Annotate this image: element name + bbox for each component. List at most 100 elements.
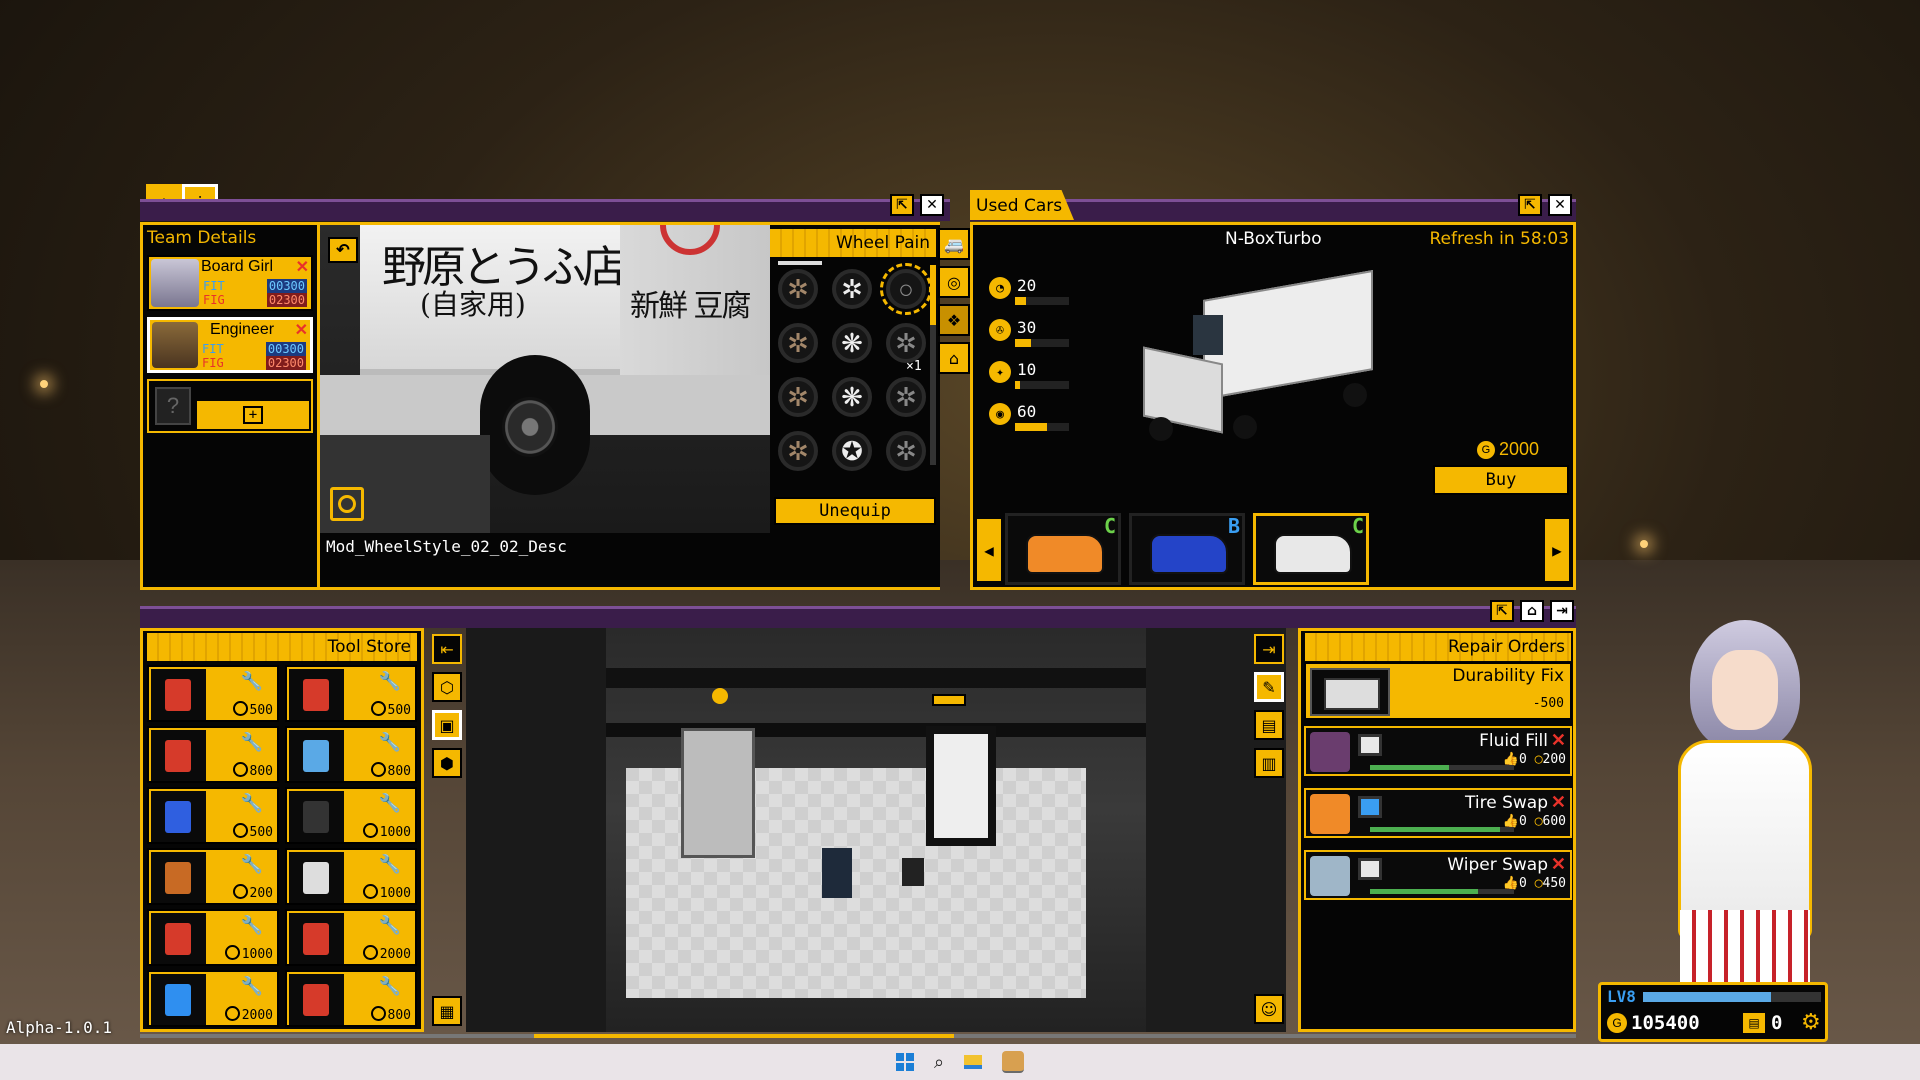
tool-item[interactable]: 🔧 1000 <box>285 848 417 905</box>
car-listing-thumb[interactable]: B <box>1129 513 1245 585</box>
wheel-option-icon[interactable]: ✲ <box>778 269 818 309</box>
tool-item[interactable]: 🔧 1000 <box>285 787 417 844</box>
tool-item[interactable]: 🔧 2000 <box>285 909 417 966</box>
team-tab-icon[interactable]: ☺ <box>1254 994 1284 1024</box>
tool-item[interactable]: 🔧 800 <box>285 970 417 1027</box>
cancel-order-icon[interactable]: ✕ <box>1551 792 1566 813</box>
garage-view[interactable] <box>466 628 1286 1032</box>
tool-item[interactable]: 🔧 800 <box>285 726 417 783</box>
maximize-icon[interactable]: ⇱ <box>1518 194 1542 216</box>
collapse-left-icon[interactable]: ⇤ <box>432 634 462 664</box>
team-member-engineer[interactable]: Engineer ✕ FIT 00300 FIG 02300 <box>147 317 313 373</box>
wheel-option-icon[interactable]: ✲ <box>886 431 926 471</box>
stat-bar <box>1015 297 1069 305</box>
buy-button[interactable]: Buy <box>1433 465 1569 495</box>
unequip-button[interactable]: Unequip <box>774 497 936 525</box>
close-icon[interactable]: ✕ <box>920 194 944 216</box>
tool-item[interactable]: 🔧 1000 <box>147 909 279 966</box>
game-app-icon[interactable] <box>1002 1051 1025 1073</box>
wheel-option-icon[interactable]: ✲ <box>778 323 818 363</box>
empty-team-slot[interactable]: ? + <box>147 379 313 433</box>
wheel-option-icon[interactable]: ❋ <box>832 377 872 417</box>
home-icon[interactable]: ⌂ <box>1520 600 1544 622</box>
durability-fix-order[interactable]: Durability Fix -500 <box>1304 662 1572 720</box>
search-icon[interactable]: ⌕ <box>934 1052 944 1073</box>
stat-value: 60 <box>1017 401 1037 421</box>
exit-icon[interactable]: ⇥ <box>1550 600 1574 622</box>
steering-wheel-icon: ✇ <box>989 319 1011 341</box>
tool-item[interactable]: 🔧 800 <box>147 726 279 783</box>
wheel-scrollbar[interactable] <box>930 265 936 465</box>
used-cars-tab[interactable]: Used Cars <box>970 190 1074 220</box>
board-girl-character <box>1620 610 1860 1010</box>
back-arrow-icon[interactable]: ↶ <box>328 237 358 263</box>
remove-member-icon[interactable]: ✕ <box>295 320 308 340</box>
wheel-option-icon[interactable]: ✲ <box>886 377 926 417</box>
wrench-icon: 🔧 <box>240 976 263 996</box>
car-tab-icon[interactable]: 🚐 <box>938 228 970 260</box>
wheel-option-icon[interactable]: ✪ <box>832 431 872 471</box>
file-explorer-icon[interactable] <box>964 1055 983 1069</box>
board-girl-avatar <box>151 259 199 307</box>
character-face <box>1712 650 1778 730</box>
paint-tab-icon[interactable]: ❖ <box>938 304 970 336</box>
next-car-arrow[interactable]: ▶ <box>1545 519 1569 581</box>
parked-car[interactable] <box>926 726 996 846</box>
wheel-option-icon[interactable]: ✲ <box>886 323 926 363</box>
team-member-board-girl[interactable]: Board Girl ✕ FIT 00300 FIG 02300 <box>147 255 313 311</box>
build-tab-icon[interactable]: ▦ <box>432 996 462 1026</box>
focus-target-icon[interactable] <box>330 487 364 521</box>
garage-scrollbar[interactable] <box>140 1034 1576 1038</box>
collapse-right-icon[interactable]: ⇥ <box>1254 634 1284 664</box>
wheel-paint-header: Wheel Pain <box>770 229 936 257</box>
preview-viewport: 野原とうふ店 (自家用) 新鮮 豆腐 ↶ <box>320 225 772 533</box>
car-listing-thumb[interactable]: C <box>1005 513 1121 585</box>
maximize-icon[interactable]: ⇱ <box>890 194 914 216</box>
repair-order[interactable]: Tire Swap ✕ 👍0 ◯600 <box>1304 788 1572 838</box>
car-listing-thumb[interactable]: C <box>1253 513 1369 585</box>
coin-pickup-icon[interactable] <box>712 688 728 704</box>
wheel-description: Mod_WheelStyle_02_02_Desc <box>326 537 567 556</box>
cancel-order-icon[interactable]: ✕ <box>1551 730 1566 751</box>
add-member-button[interactable]: + <box>197 401 309 429</box>
wrench-icon: 🔧 <box>240 915 263 935</box>
parts-tab-icon[interactable]: ⬢ <box>432 748 462 778</box>
home-tab-icon[interactable]: ⌂ <box>938 342 970 374</box>
tool-item[interactable]: 🔧 500 <box>285 665 417 722</box>
calendar-tab-icon[interactable]: ▤ <box>1254 710 1284 740</box>
wheel-option-icon[interactable]: ✲ <box>778 377 818 417</box>
parked-car[interactable] <box>681 728 755 858</box>
coin-balance: 105400 <box>1631 1012 1700 1034</box>
maximize-icon[interactable]: ⇱ <box>1490 600 1514 622</box>
repair-order[interactable]: Fluid Fill ✕ 👍0 ◯200 <box>1304 726 1572 776</box>
wrench-icon: 🔧 <box>378 732 401 752</box>
order-label: Wiper Swap <box>1447 855 1548 875</box>
garage-title-bar <box>140 606 1576 628</box>
durability-value: -500 <box>1532 696 1564 711</box>
gear-icon[interactable]: ⚙ <box>1801 1009 1821 1035</box>
prev-car-arrow[interactable]: ◀ <box>977 519 1001 581</box>
wheel-option-icon[interactable]: ❋ <box>832 323 872 363</box>
diagnostic-machine-icon <box>151 913 206 964</box>
storage-tab-icon[interactable]: ▥ <box>1254 748 1284 778</box>
repair-order[interactable]: Wiper Swap ✕ 👍0 ◯450 <box>1304 850 1572 900</box>
hex-tab-icon[interactable]: ⬡ <box>432 672 462 702</box>
fig-value: 02300 <box>265 356 306 370</box>
order-tab-icon[interactable]: ✎ <box>1254 672 1284 702</box>
wheel-tab-icon[interactable]: ◎ <box>938 266 970 298</box>
tool-item[interactable]: 🔧 200 <box>147 848 279 905</box>
tire-changer-icon <box>289 852 344 903</box>
stat-value: 20 <box>1017 275 1037 295</box>
tool-item[interactable]: 🔧 500 <box>147 787 279 844</box>
wheel-option-icon[interactable]: ○ <box>880 263 932 315</box>
tool-item[interactable]: 🔧 500 <box>147 665 279 722</box>
remove-member-icon[interactable]: ✕ <box>296 257 309 277</box>
wheel-option-icon[interactable]: ✲ <box>778 431 818 471</box>
cancel-order-icon[interactable]: ✕ <box>1551 854 1566 875</box>
close-icon[interactable]: ✕ <box>1548 194 1572 216</box>
tool-item[interactable]: 🔧 2000 <box>147 970 279 1027</box>
car-grade: C <box>1351 514 1364 538</box>
wheel-option-icon[interactable]: ✲ <box>832 269 872 309</box>
windows-start-icon[interactable] <box>895 1053 914 1071</box>
item-tab-icon[interactable]: ▣ <box>432 710 462 740</box>
